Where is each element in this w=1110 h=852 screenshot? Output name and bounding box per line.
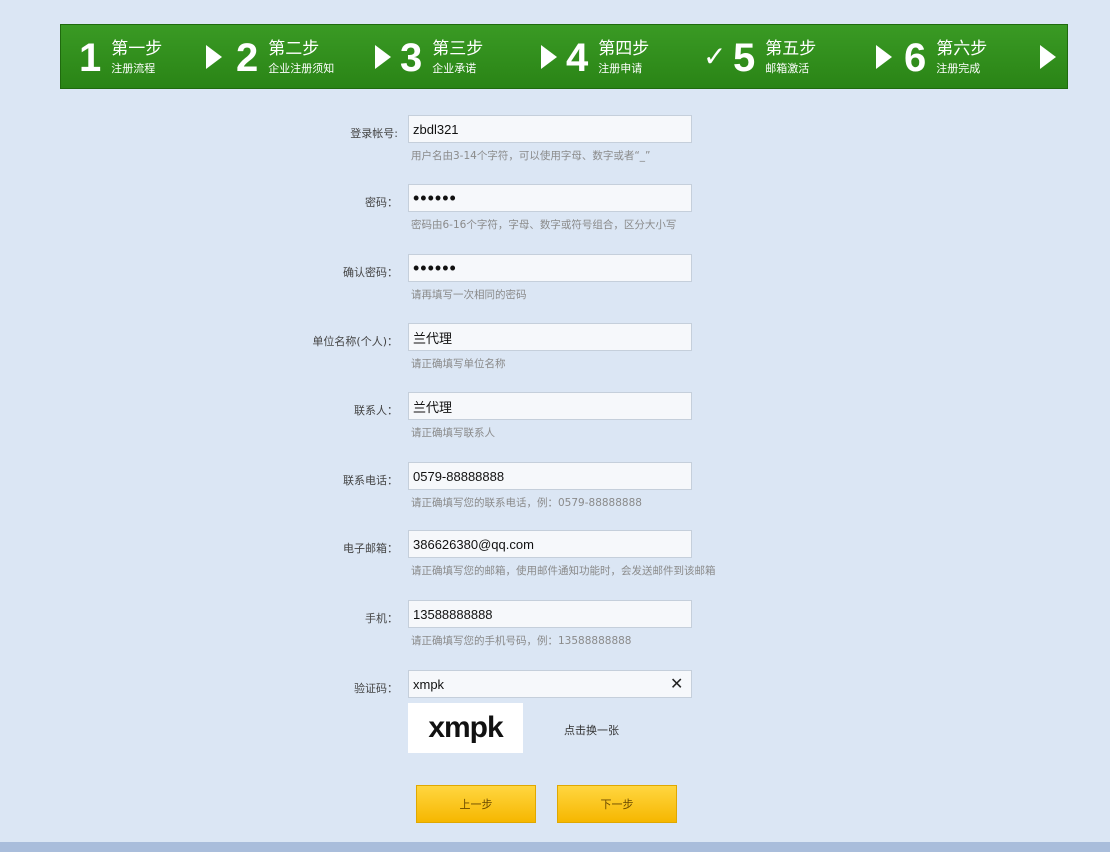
phone-hint: 请正确填写您的联系电话，例：0579-88888888 — [411, 497, 642, 509]
mobile-hint: 请正确填写您的手机号码，例：13588888888 — [411, 635, 632, 647]
phone-input[interactable] — [408, 462, 692, 490]
close-icon[interactable]: ✕ — [670, 674, 683, 694]
captcha-refresh-link[interactable]: 点击换一张 — [564, 722, 619, 738]
step-number: 5 — [733, 35, 756, 80]
phone-label: 联系电话： — [343, 474, 398, 487]
step-subtitle: 注册流程 — [111, 61, 156, 75]
step-subtitle: 注册完成 — [936, 61, 981, 75]
confirm-password-label: 确认密码： — [343, 266, 398, 279]
step-6: 6 第六步注册完成 — [904, 25, 987, 90]
next-step-button[interactable]: 下一步 — [557, 785, 677, 823]
step-title: 第四步 — [598, 38, 650, 59]
step-number: 1 — [79, 35, 102, 80]
checkmark-icon: ✓ — [703, 40, 727, 73]
step-2: 2 第二步企业注册须知 — [236, 25, 334, 90]
email-input[interactable] — [408, 530, 692, 558]
step-number: 4 — [566, 35, 589, 80]
arrow-right-icon — [1040, 45, 1056, 69]
step-subtitle: 企业注册须知 — [268, 61, 335, 75]
arrow-right-icon — [206, 45, 222, 69]
captcha-text: xmpk — [428, 711, 503, 744]
step-subtitle: 邮箱激活 — [765, 61, 810, 75]
password-input[interactable] — [408, 184, 692, 212]
password-label: 密码： — [365, 196, 398, 209]
contact-input[interactable] — [408, 392, 692, 420]
account-label: 登录帐号: — [350, 127, 398, 140]
confirm-password-input[interactable] — [408, 254, 692, 282]
password-hint: 密码由6-16个字符，字母、数字或符号组合，区分大小写 — [411, 219, 677, 231]
confirm-password-hint: 请再填写一次相同的密码 — [411, 289, 527, 301]
mobile-label: 手机： — [365, 612, 398, 625]
step-5: 5 第五步邮箱激活 — [733, 25, 816, 90]
step-4: 4 第四步注册申请 — [566, 25, 649, 90]
org-label: 单位名称(个人)： — [312, 335, 398, 348]
org-name-input[interactable] — [408, 323, 692, 351]
step-number: 3 — [400, 35, 423, 80]
step-number: 2 — [236, 35, 259, 80]
step-1: 1 第一步注册流程 — [79, 25, 162, 90]
arrow-right-icon — [876, 45, 892, 69]
contact-label: 联系人： — [354, 404, 398, 417]
account-hint: 用户名由3-14个字符，可以使用字母、数字或者“_” — [411, 150, 651, 162]
footer-bar — [0, 842, 1110, 852]
account-input[interactable] — [408, 115, 692, 143]
org-hint: 请正确填写单位名称 — [411, 358, 506, 370]
step-title: 第一步 — [111, 38, 163, 59]
step-progress-bar: 1 第一步注册流程 2 第二步企业注册须知 3 第三步企业承诺 4 第四步注册申… — [60, 24, 1068, 89]
arrow-right-icon — [375, 45, 391, 69]
step-number: 6 — [904, 35, 927, 80]
step-subtitle: 企业承诺 — [432, 61, 477, 75]
contact-hint: 请正确填写联系人 — [411, 427, 495, 439]
step-title: 第五步 — [765, 38, 817, 59]
captcha-input[interactable] — [408, 670, 692, 698]
email-label: 电子邮箱： — [343, 542, 398, 555]
step-title: 第二步 — [268, 38, 320, 59]
prev-step-button[interactable]: 上一步 — [416, 785, 536, 823]
arrow-right-icon — [541, 45, 557, 69]
captcha-image[interactable]: xmpk — [408, 703, 523, 753]
step-title: 第三步 — [432, 38, 484, 59]
step-title: 第六步 — [936, 38, 988, 59]
step-subtitle: 注册申请 — [598, 61, 643, 75]
captcha-label: 验证码： — [354, 682, 398, 695]
email-hint: 请正确填写您的邮箱，使用邮件通知功能时，会发送邮件到该邮箱 — [411, 565, 716, 577]
step-3: 3 第三步企业承诺 — [400, 25, 483, 90]
mobile-input[interactable] — [408, 600, 692, 628]
